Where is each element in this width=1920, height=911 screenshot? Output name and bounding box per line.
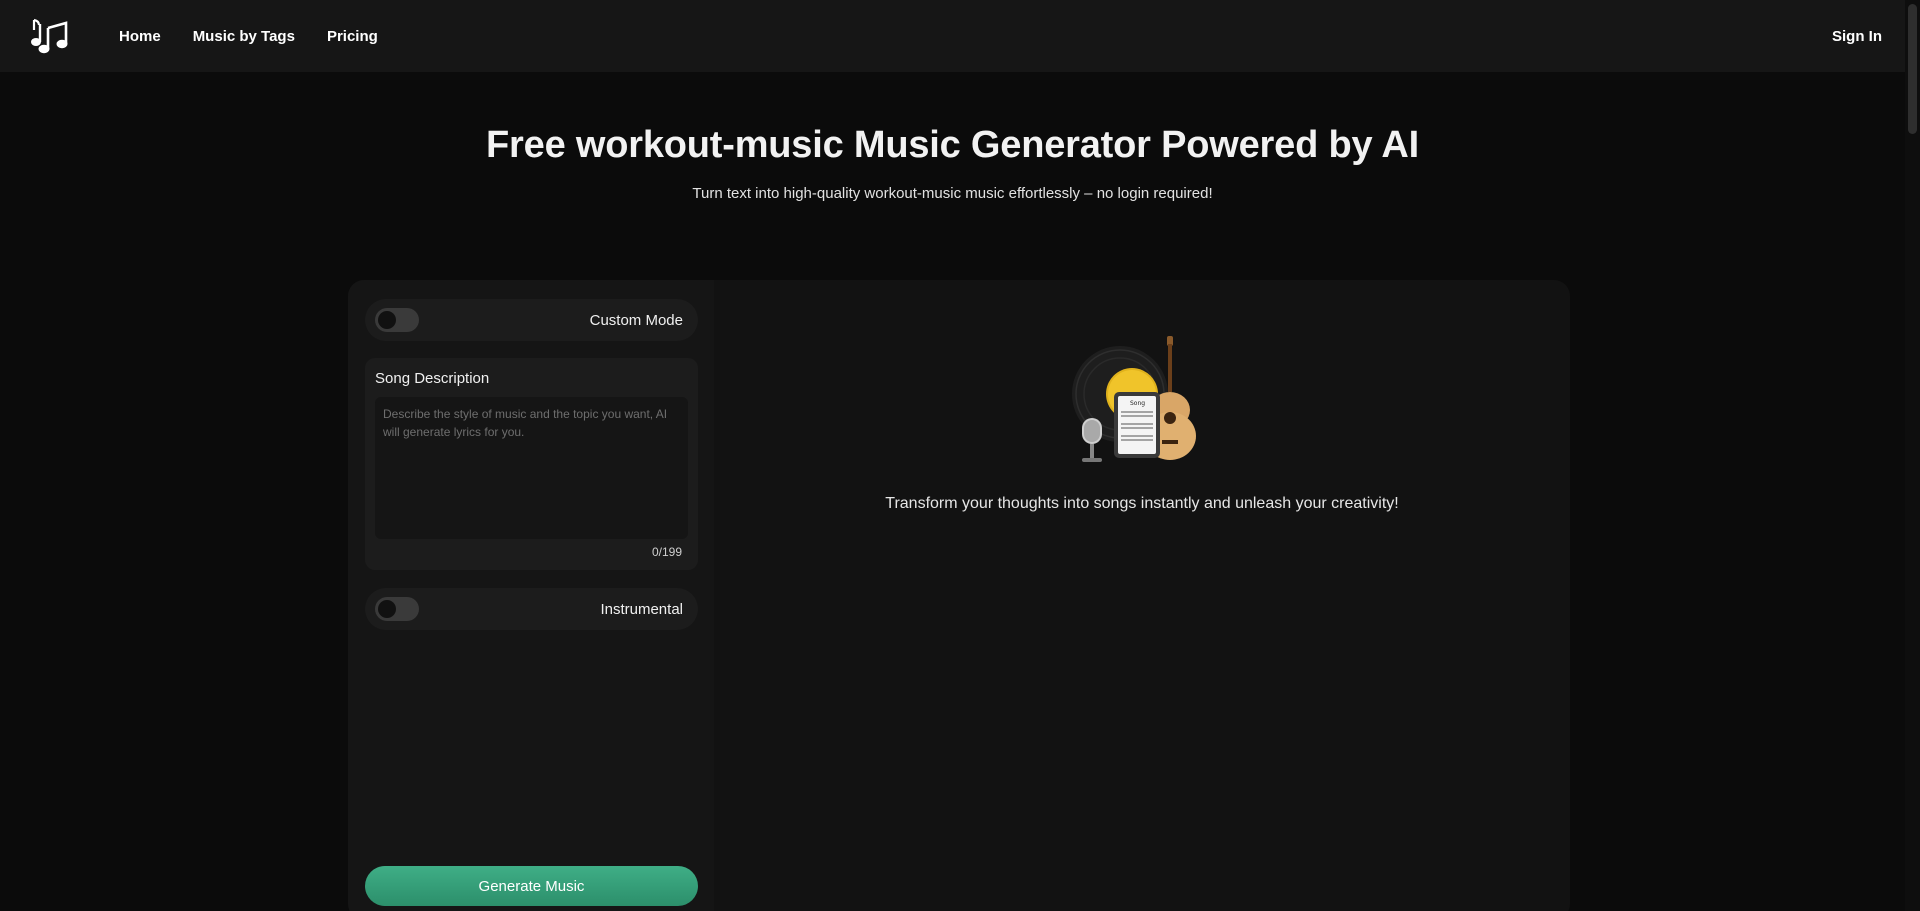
nav-music-by-tags[interactable]: Music by Tags [193, 28, 295, 45]
toggle-knob [378, 600, 396, 618]
song-description-box: Song Description 0/199 [365, 358, 698, 570]
generate-music-button[interactable]: Generate Music [365, 866, 698, 906]
page-title: Free workout-music Music Generator Power… [486, 124, 1419, 166]
page-scrollbar[interactable] [1905, 0, 1920, 911]
instrumental-toggle[interactable] [375, 597, 419, 621]
custom-mode-row[interactable]: Custom Mode [365, 299, 698, 341]
custom-mode-toggle[interactable] [375, 308, 419, 332]
svg-text:Song: Song [1130, 400, 1145, 407]
music-instruments-icon: Song [1072, 336, 1196, 462]
song-description-input[interactable] [375, 397, 688, 539]
music-note-icon[interactable] [30, 14, 72, 56]
toggle-knob [378, 311, 396, 329]
custom-mode-label: Custom Mode [589, 311, 683, 329]
nav-home[interactable]: Home [119, 28, 161, 45]
top-navbar: Home Music by Tags Pricing Sign In [0, 0, 1905, 72]
character-counter: 0/199 [651, 545, 682, 559]
sign-in-link[interactable]: Sign In [1832, 0, 1882, 72]
song-description-title: Song Description [375, 370, 490, 387]
page: Home Music by Tags Pricing Sign In Free … [0, 0, 1920, 911]
nav-pricing[interactable]: Pricing [327, 28, 378, 45]
page-subtitle: Turn text into high-quality workout-musi… [692, 185, 1213, 202]
instrumental-label: Instrumental [600, 600, 683, 618]
scrollbar-thumb[interactable] [1908, 4, 1917, 134]
instrumental-row[interactable]: Instrumental [365, 588, 698, 630]
empty-state-message: Transform your thoughts into songs insta… [885, 495, 1399, 512]
main-nav: Home Music by Tags Pricing [119, 0, 378, 72]
